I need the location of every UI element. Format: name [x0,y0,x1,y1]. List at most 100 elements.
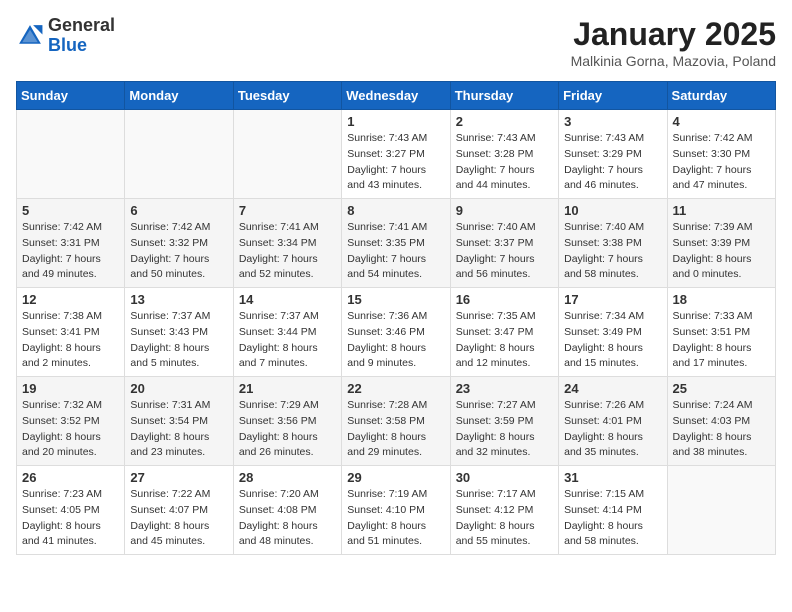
day-number: 22 [347,381,444,396]
day-cell: 18 Sunrise: 7:33 AMSunset: 3:51 PMDayligh… [667,288,775,377]
day-number: 28 [239,470,336,485]
month-title: January 2025 [571,16,776,53]
week-row-3: 12Sunrise: 7:38 AMSunset: 3:41 PMDayligh… [17,288,776,377]
day-info: Sunrise: 7:43 AMSunset: 3:27 PMDaylight:… [347,131,444,194]
day-cell: 22 Sunrise: 7:28 AMSunset: 3:58 PMDayligh… [342,377,450,466]
day-number: 4 [673,114,770,129]
logo-text: General Blue [48,16,115,56]
day-cell: 4 Sunrise: 7:42 AMSunset: 3:30 PMDaylight… [667,110,775,199]
day-cell: 19Sunrise: 7:32 AMSunset: 3:52 PMDayligh… [17,377,125,466]
day-cell: 27Sunrise: 7:22 AMSunset: 4:07 PMDayligh… [125,466,233,555]
day-number: 7 [239,203,336,218]
day-cell: 24 Sunrise: 7:26 AMSunset: 4:01 PMDayligh… [559,377,667,466]
calendar-table: SundayMondayTuesdayWednesdayThursdayFrid… [16,81,776,555]
day-info: Sunrise: 7:41 AMSunset: 3:34 PMDaylight:… [239,220,336,283]
day-number: 14 [239,292,336,307]
day-info: Sunrise: 7:34 AMSunset: 3:49 PMDaylight:… [564,309,661,372]
weekday-header-saturday: Saturday [667,82,775,110]
day-cell: 5 Sunrise: 7:42 AMSunset: 3:31 PMDaylight… [17,199,125,288]
day-number: 16 [456,292,553,307]
day-number: 21 [239,381,336,396]
day-cell: 17Sunrise: 7:34 AMSunset: 3:49 PMDayligh… [559,288,667,377]
day-info: Sunrise: 7:42 AMSunset: 3:31 PMDaylight:… [22,220,119,283]
weekday-header-friday: Friday [559,82,667,110]
day-info: Sunrise: 7:40 AMSunset: 3:37 PMDaylight:… [456,220,553,283]
day-cell: 12Sunrise: 7:38 AMSunset: 3:41 PMDayligh… [17,288,125,377]
day-cell: 16 Sunrise: 7:35 AMSunset: 3:47 PMDayligh… [450,288,558,377]
day-info: Sunrise: 7:39 AMSunset: 3:39 PMDaylight:… [673,220,770,283]
day-number: 2 [456,114,553,129]
weekday-header-monday: Monday [125,82,233,110]
day-info: Sunrise: 7:43 AMSunset: 3:28 PMDaylight:… [456,131,553,194]
day-number: 25 [673,381,770,396]
day-number: 6 [130,203,227,218]
day-cell: 8 Sunrise: 7:41 AMSunset: 3:35 PMDaylight… [342,199,450,288]
day-info: Sunrise: 7:40 AMSunset: 3:38 PMDaylight:… [564,220,661,283]
day-number: 5 [22,203,119,218]
day-info: Sunrise: 7:37 AMSunset: 3:43 PMDaylight:… [130,309,227,372]
week-row-1: 1 Sunrise: 7:43 AMSunset: 3:27 PMDaylight… [17,110,776,199]
day-info: Sunrise: 7:31 AMSunset: 3:54 PMDaylight:… [130,398,227,461]
weekday-header-wednesday: Wednesday [342,82,450,110]
day-number: 19 [22,381,119,396]
day-cell: 3Sunrise: 7:43 AMSunset: 3:29 PMDaylight… [559,110,667,199]
day-info: Sunrise: 7:42 AMSunset: 3:32 PMDaylight:… [130,220,227,283]
day-cell: 28 Sunrise: 7:20 AMSunset: 4:08 PMDayligh… [233,466,341,555]
day-number: 1 [347,114,444,129]
day-info: Sunrise: 7:24 AMSunset: 4:03 PMDaylight:… [673,398,770,461]
day-cell [233,110,341,199]
day-info: Sunrise: 7:41 AMSunset: 3:35 PMDaylight:… [347,220,444,283]
week-row-4: 19Sunrise: 7:32 AMSunset: 3:52 PMDayligh… [17,377,776,466]
day-cell [667,466,775,555]
day-info: Sunrise: 7:15 AMSunset: 4:14 PMDaylight:… [564,487,661,550]
day-info: Sunrise: 7:26 AMSunset: 4:01 PMDaylight:… [564,398,661,461]
day-cell: 29 Sunrise: 7:19 AMSunset: 4:10 PMDayligh… [342,466,450,555]
day-info: Sunrise: 7:42 AMSunset: 3:30 PMDaylight:… [673,131,770,194]
location: Malkinia Gorna, Mazovia, Poland [571,53,776,69]
title-block: January 2025 Malkinia Gorna, Mazovia, Po… [571,16,776,69]
day-cell: 7 Sunrise: 7:41 AMSunset: 3:34 PMDaylight… [233,199,341,288]
weekday-header-sunday: Sunday [17,82,125,110]
day-cell: 9 Sunrise: 7:40 AMSunset: 3:37 PMDaylight… [450,199,558,288]
day-info: Sunrise: 7:35 AMSunset: 3:47 PMDaylight:… [456,309,553,372]
day-number: 29 [347,470,444,485]
day-cell: 6 Sunrise: 7:42 AMSunset: 3:32 PMDaylight… [125,199,233,288]
day-cell: 14 Sunrise: 7:37 AMSunset: 3:44 PMDayligh… [233,288,341,377]
day-cell: 30Sunrise: 7:17 AMSunset: 4:12 PMDayligh… [450,466,558,555]
day-number: 31 [564,470,661,485]
day-cell: 21 Sunrise: 7:29 AMSunset: 3:56 PMDayligh… [233,377,341,466]
day-number: 11 [673,203,770,218]
day-cell: 1 Sunrise: 7:43 AMSunset: 3:27 PMDaylight… [342,110,450,199]
day-info: Sunrise: 7:23 AMSunset: 4:05 PMDaylight:… [22,487,119,550]
day-cell: 10 Sunrise: 7:40 AMSunset: 3:38 PMDayligh… [559,199,667,288]
day-info: Sunrise: 7:37 AMSunset: 3:44 PMDaylight:… [239,309,336,372]
day-number: 9 [456,203,553,218]
day-info: Sunrise: 7:28 AMSunset: 3:58 PMDaylight:… [347,398,444,461]
weekday-header-thursday: Thursday [450,82,558,110]
day-number: 8 [347,203,444,218]
day-cell [17,110,125,199]
day-cell: 20Sunrise: 7:31 AMSunset: 3:54 PMDayligh… [125,377,233,466]
day-info: Sunrise: 7:17 AMSunset: 4:12 PMDaylight:… [456,487,553,550]
day-info: Sunrise: 7:20 AMSunset: 4:08 PMDaylight:… [239,487,336,550]
day-number: 10 [564,203,661,218]
page-header: General Blue January 2025 Malkinia Gorna… [16,16,776,69]
day-cell: 31 Sunrise: 7:15 AMSunset: 4:14 PMDayligh… [559,466,667,555]
day-number: 24 [564,381,661,396]
day-info: Sunrise: 7:38 AMSunset: 3:41 PMDaylight:… [22,309,119,372]
day-number: 15 [347,292,444,307]
day-info: Sunrise: 7:22 AMSunset: 4:07 PMDaylight:… [130,487,227,550]
day-number: 26 [22,470,119,485]
day-cell: 13Sunrise: 7:37 AMSunset: 3:43 PMDayligh… [125,288,233,377]
day-info: Sunrise: 7:27 AMSunset: 3:59 PMDaylight:… [456,398,553,461]
day-cell [125,110,233,199]
day-info: Sunrise: 7:19 AMSunset: 4:10 PMDaylight:… [347,487,444,550]
day-info: Sunrise: 7:33 AMSunset: 3:51 PMDaylight:… [673,309,770,372]
day-cell: 26 Sunrise: 7:23 AMSunset: 4:05 PMDayligh… [17,466,125,555]
day-number: 18 [673,292,770,307]
day-info: Sunrise: 7:29 AMSunset: 3:56 PMDaylight:… [239,398,336,461]
week-row-5: 26 Sunrise: 7:23 AMSunset: 4:05 PMDayligh… [17,466,776,555]
day-info: Sunrise: 7:43 AMSunset: 3:29 PMDaylight:… [564,131,661,194]
logo-icon [16,22,44,50]
week-row-2: 5 Sunrise: 7:42 AMSunset: 3:31 PMDaylight… [17,199,776,288]
